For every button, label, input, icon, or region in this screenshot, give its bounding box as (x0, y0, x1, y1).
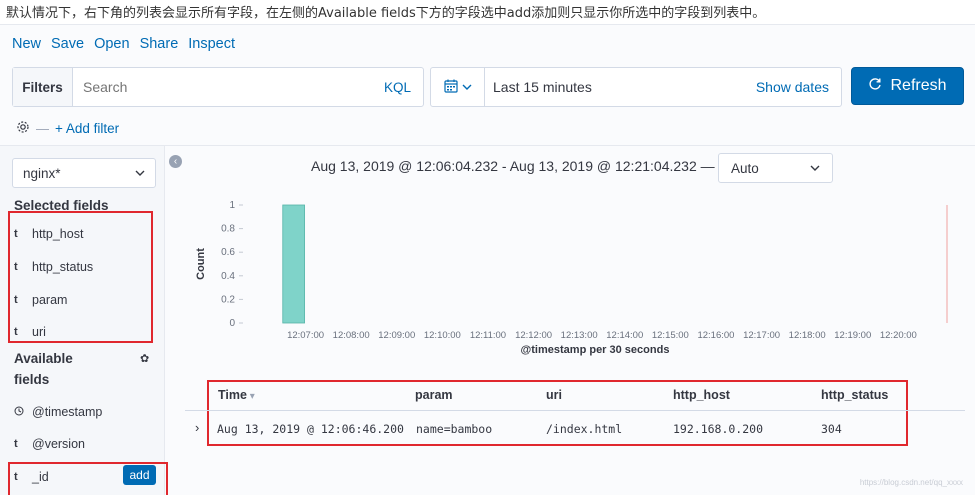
kql-toggle[interactable]: KQL (384, 80, 411, 95)
refresh-icon (868, 77, 882, 96)
collapse-sidebar-icon[interactable]: ‹ (169, 155, 182, 168)
nav-open[interactable]: Open (94, 36, 129, 52)
x-tick-label: 12:12:00 (515, 330, 552, 341)
available-field-version[interactable]: t @version (14, 433, 85, 455)
filters-label: Filters (13, 68, 73, 106)
kibana-discover: New Save Open Share Inspect Filters KQL … (0, 24, 975, 495)
x-tick-label: 12:09:00 (378, 330, 415, 341)
cell-uri: /index.html (546, 422, 623, 436)
date-picker: Last 15 minutes Show dates (430, 67, 842, 107)
show-dates-link[interactable]: Show dates (756, 79, 829, 95)
index-pattern-select[interactable]: nginx* (12, 158, 156, 188)
calendar-icon (443, 79, 458, 96)
y-tick-label: 0.6 (221, 247, 235, 258)
x-tick-label: 12:08:00 (333, 330, 370, 341)
x-tick-label: 12:10:00 (424, 330, 461, 341)
x-tick-label: 12:16:00 (697, 330, 734, 341)
highlight-available-field (8, 462, 168, 495)
x-tick-label: 12:20:00 (880, 330, 917, 341)
top-nav: New Save Open Share Inspect (12, 36, 245, 52)
page-caption: 默认情况下，右下角的列表会显示所有字段，在左侧的Available fields… (6, 6, 766, 21)
expand-row-icon[interactable]: › (195, 420, 199, 435)
refresh-button[interactable]: Refresh (851, 67, 964, 105)
add-filter-button[interactable]: + Add filter (55, 121, 119, 136)
interval-label: Auto (731, 160, 759, 176)
date-range-text[interactable]: Last 15 minutes (485, 79, 756, 95)
col-header-param[interactable]: param (415, 388, 453, 402)
x-axis-label: @timestamp per 30 seconds (521, 344, 670, 356)
time-range-title: Aug 13, 2019 @ 12:06:04.232 - Aug 13, 20… (311, 158, 715, 174)
highlight-selected-fields (8, 211, 153, 343)
available-fields-title: Available fields (14, 351, 73, 387)
nav-share[interactable]: Share (140, 36, 179, 52)
gear-icon[interactable] (16, 120, 30, 137)
y-tick-label: 0.8 (221, 224, 235, 235)
field-name: @version (32, 437, 85, 451)
cell-time: Aug 13, 2019 @ 12:06:46.200 (217, 422, 404, 436)
cell-param: name=bamboo (416, 422, 493, 436)
field-name: @timestamp (32, 405, 103, 419)
cell-http-host: 192.168.0.200 (673, 422, 764, 436)
y-tick-label: 0.2 (221, 294, 235, 305)
quick-menu-button[interactable] (431, 68, 485, 106)
histogram-chart: 0 0.2 0.4 0.6 0.8 1 Count 12:07:00 12:08:00 12:09… (195, 200, 948, 356)
separator: — (36, 121, 49, 136)
y-tick-label: 0 (229, 318, 235, 329)
watermark: https://blog.csdn.net/qq_xxxx (859, 478, 963, 487)
histogram-bar (282, 204, 305, 324)
x-tick-label: 12:13:00 (561, 330, 598, 341)
y-axis-label: Count (195, 248, 207, 280)
index-pattern-label: nginx* (23, 165, 61, 181)
y-tick-label: 0.4 (221, 271, 235, 282)
x-tick-label: 12:15:00 (652, 330, 689, 341)
header-divider (185, 410, 965, 411)
y-tick-label: 1 (229, 200, 235, 211)
col-header-time[interactable]: Time ▾ (218, 388, 255, 402)
string-type-icon: t (14, 438, 18, 450)
cell-http-status: 304 (821, 422, 842, 436)
x-tick-label: 12:11:00 (470, 330, 506, 341)
col-header-http-status[interactable]: http_status (821, 388, 888, 402)
available-field-timestamp[interactable]: @timestamp (14, 401, 102, 423)
search-input[interactable] (73, 68, 384, 106)
chevron-down-icon (810, 161, 820, 176)
nav-save[interactable]: Save (51, 36, 84, 52)
x-tick-label: 12:07:00 (287, 330, 324, 341)
interval-select[interactable]: Auto (718, 153, 833, 183)
query-bar: Filters KQL (12, 67, 424, 107)
x-tick-label: 12:18:00 (789, 330, 826, 341)
clock-icon (14, 406, 32, 419)
refresh-label: Refresh (890, 77, 947, 94)
filter-row: — + Add filter (16, 120, 119, 137)
nav-new[interactable]: New (12, 36, 41, 52)
gear-icon[interactable]: ✿ (140, 352, 149, 365)
chevron-down-icon (462, 80, 472, 95)
nav-inspect[interactable]: Inspect (188, 36, 235, 52)
x-tick-label: 12:17:00 (743, 330, 780, 341)
x-tick-label: 12:19:00 (834, 330, 871, 341)
chevron-down-icon (135, 166, 145, 181)
col-header-http-host[interactable]: http_host (673, 388, 730, 402)
col-header-uri[interactable]: uri (546, 388, 562, 402)
x-tick-label: 12:14:00 (606, 330, 643, 341)
